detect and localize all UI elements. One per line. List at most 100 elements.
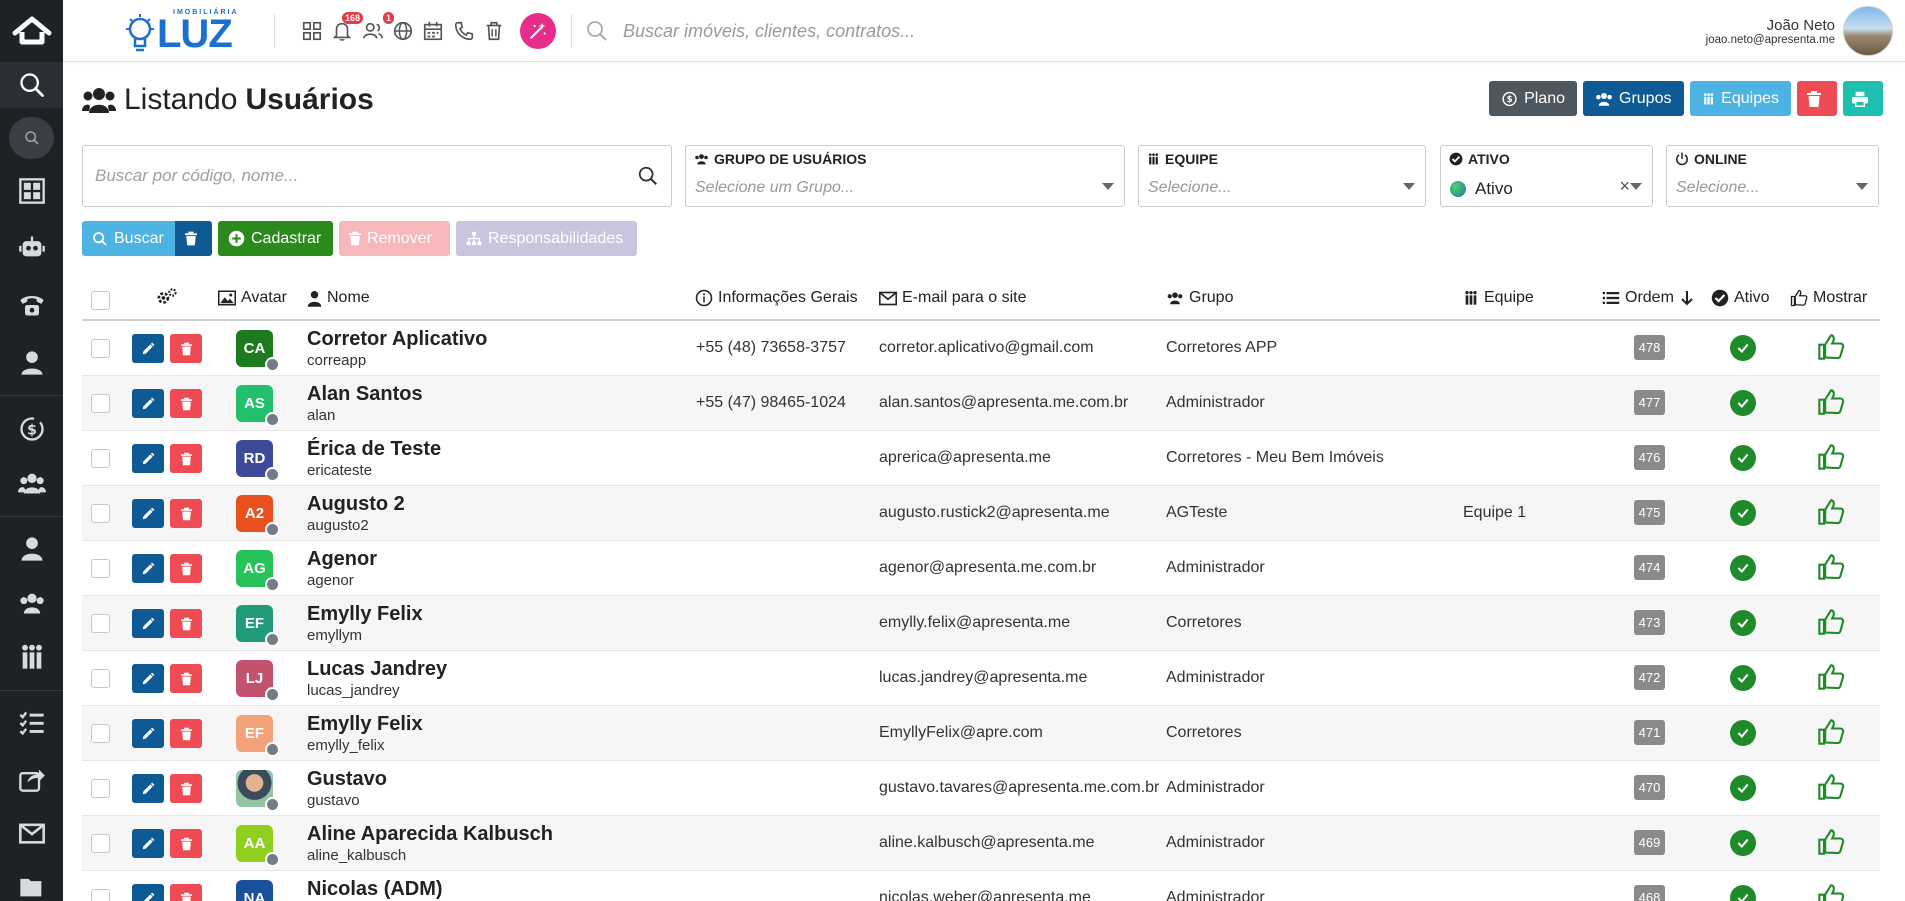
table-row[interactable]: Gustavo gustavo gustavo.tavares@apresenta.… — [82, 761, 1880, 816]
row-checkbox[interactable] — [91, 724, 110, 743]
user-menu[interactable]: João Neto joao.neto@apresenta.me — [1706, 5, 1893, 57]
settings-gears-icon[interactable] — [156, 288, 183, 306]
table-row[interactable]: NA Nicolas (ADM) nicolas.weber@apresenta.m… — [82, 871, 1880, 901]
clear-icon[interactable]: × — [1619, 176, 1630, 197]
th-ativo[interactable]: Ativo — [1711, 289, 1770, 307]
sidebar-tasks-icon[interactable] — [0, 700, 63, 746]
active-check-icon[interactable] — [1730, 720, 1756, 746]
delete-row-button[interactable] — [170, 829, 202, 858]
search-icon[interactable] — [637, 165, 659, 187]
delete-row-button[interactable] — [170, 554, 202, 583]
sidebar-finance-icon[interactable]: $ — [0, 406, 63, 452]
edit-button[interactable] — [132, 719, 164, 748]
user-name-cell[interactable]: Augusto 2 — [307, 493, 405, 516]
edit-button[interactable] — [132, 884, 164, 901]
edit-button[interactable] — [132, 499, 164, 528]
global-search-input[interactable] — [623, 20, 1223, 42]
sidebar-user-icon[interactable] — [0, 526, 63, 572]
user-name-cell[interactable]: Nicolas (ADM) — [307, 878, 443, 901]
clear-filters-button[interactable] — [175, 221, 212, 256]
user-name-cell[interactable]: Gustavo — [307, 768, 387, 791]
table-row[interactable]: AG Agenor agenor agenor@apresenta.me.com.br… — [82, 541, 1880, 596]
responsabilidades-button[interactable]: Responsabilidades — [456, 221, 637, 256]
active-check-icon[interactable] — [1730, 500, 1756, 526]
edit-button[interactable] — [132, 334, 164, 363]
online-filter[interactable]: ONLINE Selecione... — [1666, 145, 1879, 207]
trash-icon[interactable] — [481, 18, 507, 44]
sidebar-quick-search-icon[interactable] — [9, 117, 54, 159]
table-row[interactable]: A2 Augusto 2 augusto2 augusto.rustick2@apre… — [82, 486, 1880, 541]
sidebar-robot-icon[interactable] — [0, 224, 63, 270]
avatar[interactable]: AA — [236, 825, 280, 867]
edit-button[interactable] — [132, 609, 164, 638]
sidebar-mail-icon[interactable] — [0, 810, 63, 856]
table-row[interactable]: AS Alan Santos alan +55 (47) 98465-1024 alan… — [82, 376, 1880, 431]
thumbs-up-icon[interactable] — [1817, 498, 1845, 531]
avatar[interactable] — [236, 770, 280, 812]
thumbs-up-icon[interactable] — [1817, 608, 1845, 641]
delete-row-button[interactable] — [170, 884, 202, 901]
avatar[interactable]: RD — [236, 440, 280, 482]
brand-logo[interactable]: IMOBILIÁRIA LUZ — [111, 6, 243, 56]
app-logo-icon[interactable] — [0, 0, 63, 60]
table-row[interactable]: EF Emylly Felix emylly_felix EmyllyFelix@ap… — [82, 706, 1880, 761]
row-checkbox[interactable] — [91, 669, 110, 688]
print-button[interactable] — [1843, 81, 1883, 116]
grupo-filter[interactable]: GRUPO DE USUÁRIOS Selecione um Grupo... — [685, 145, 1125, 207]
th-mostrar[interactable]: Mostrar — [1790, 289, 1867, 307]
edit-button[interactable] — [132, 664, 164, 693]
row-checkbox[interactable] — [91, 504, 110, 523]
thumbs-up-icon[interactable] — [1817, 883, 1845, 901]
active-check-icon[interactable] — [1730, 610, 1756, 636]
th-nome[interactable]: Nome — [307, 289, 370, 307]
thumbs-up-icon[interactable] — [1817, 718, 1845, 751]
calendar-icon[interactable] — [420, 18, 446, 44]
thumbs-up-icon[interactable] — [1817, 388, 1845, 421]
row-checkbox[interactable] — [91, 614, 110, 633]
phone-icon[interactable] — [451, 18, 477, 44]
sidebar-folder-icon[interactable] — [0, 864, 63, 901]
edit-button[interactable] — [132, 829, 164, 858]
equipes-button[interactable]: Equipes — [1690, 81, 1791, 116]
table-row[interactable]: LJ Lucas Jandrey lucas_jandrey lucas.jandre… — [82, 651, 1880, 706]
active-check-icon[interactable] — [1730, 830, 1756, 856]
plano-button[interactable]: $ Plano — [1489, 81, 1577, 116]
delete-row-button[interactable] — [170, 389, 202, 418]
th-equipe[interactable]: Equipe — [1463, 289, 1534, 307]
active-check-icon[interactable] — [1730, 335, 1756, 361]
active-check-icon[interactable] — [1730, 445, 1756, 471]
apps-grid-icon[interactable] — [299, 18, 325, 44]
user-name-cell[interactable]: Emylly Felix — [307, 713, 423, 736]
user-name-cell[interactable]: Lucas Jandrey — [307, 658, 447, 681]
active-check-icon[interactable] — [1730, 775, 1756, 801]
row-checkbox[interactable] — [91, 779, 110, 798]
user-avatar[interactable] — [1843, 6, 1893, 56]
thumbs-up-icon[interactable] — [1817, 553, 1845, 586]
remover-button[interactable]: Remover — [339, 221, 450, 256]
users-online-icon[interactable]: 1 — [360, 12, 394, 44]
edit-button[interactable] — [132, 554, 164, 583]
user-name-cell[interactable]: Alan Santos — [307, 383, 423, 406]
table-row[interactable]: CA Corretor Aplicativo correapp +55 (48) 73… — [82, 321, 1880, 376]
row-checkbox[interactable] — [91, 449, 110, 468]
notifications-bell-icon[interactable]: 168 — [329, 12, 363, 44]
edit-button[interactable] — [132, 774, 164, 803]
sidebar-search-icon[interactable] — [0, 62, 63, 108]
active-check-icon[interactable] — [1730, 555, 1756, 581]
sidebar-share-icon[interactable] — [0, 756, 63, 802]
user-name-cell[interactable]: Érica de Teste — [307, 438, 441, 461]
th-info[interactable]: Informações Gerais — [695, 289, 858, 307]
sidebar-users-group-icon[interactable] — [0, 460, 63, 506]
row-checkbox[interactable] — [91, 834, 110, 853]
user-name-cell[interactable]: Corretor Aplicativo — [307, 328, 487, 351]
edit-button[interactable] — [132, 444, 164, 473]
magic-wand-icon[interactable] — [520, 13, 556, 49]
avatar[interactable]: LJ — [236, 660, 280, 702]
avatar[interactable]: AS — [236, 385, 280, 427]
avatar[interactable]: NA — [236, 880, 273, 901]
th-ordem[interactable]: Ordem — [1602, 289, 1699, 307]
row-checkbox[interactable] — [91, 394, 110, 413]
globe-icon[interactable] — [390, 18, 416, 44]
filter-search-input[interactable] — [95, 166, 615, 186]
avatar[interactable]: CA — [236, 330, 280, 372]
